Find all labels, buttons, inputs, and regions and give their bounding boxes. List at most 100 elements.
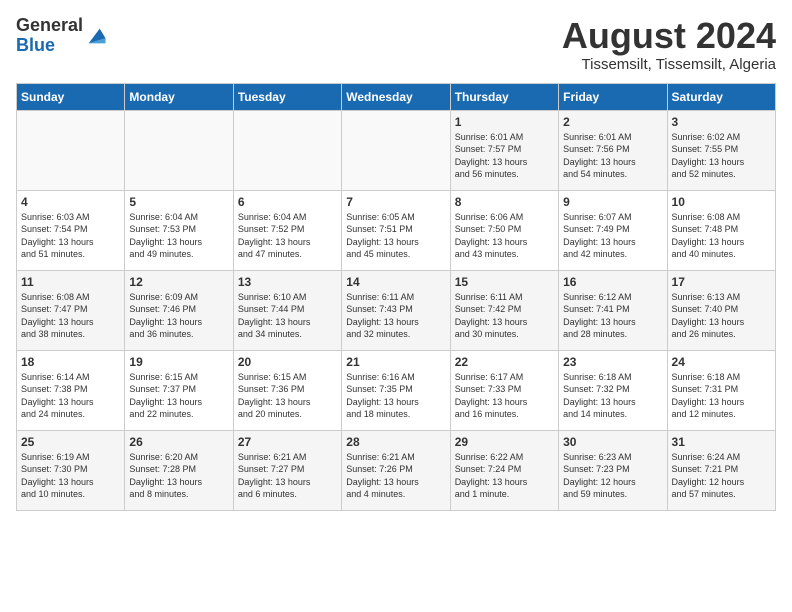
weekday-header-tuesday: Tuesday [233, 83, 341, 110]
day-info: Sunrise: 6:11 AMSunset: 7:43 PMDaylight:… [346, 291, 445, 341]
calendar-cell: 12 Sunrise: 6:09 AMSunset: 7:46 PMDayligh… [125, 270, 233, 350]
calendar-cell: 23 Sunrise: 6:18 AMSunset: 7:32 PMDayligh… [559, 350, 667, 430]
day-info: Sunrise: 6:06 AMSunset: 7:50 PMDaylight:… [455, 211, 554, 261]
calendar-cell: 30 Sunrise: 6:23 AMSunset: 7:23 PMDayligh… [559, 430, 667, 510]
logo-general: General [16, 15, 83, 35]
logo-icon [85, 25, 107, 47]
day-info: Sunrise: 6:05 AMSunset: 7:51 PMDaylight:… [346, 211, 445, 261]
calendar-cell: 31 Sunrise: 6:24 AMSunset: 7:21 PMDayligh… [667, 430, 775, 510]
day-info: Sunrise: 6:04 AMSunset: 7:53 PMDaylight:… [129, 211, 228, 261]
day-info: Sunrise: 6:01 AMSunset: 7:57 PMDaylight:… [455, 131, 554, 181]
calendar-cell: 24 Sunrise: 6:18 AMSunset: 7:31 PMDayligh… [667, 350, 775, 430]
day-number: 17 [672, 275, 771, 289]
day-info: Sunrise: 6:21 AMSunset: 7:26 PMDaylight:… [346, 451, 445, 501]
day-number: 19 [129, 355, 228, 369]
day-info: Sunrise: 6:04 AMSunset: 7:52 PMDaylight:… [238, 211, 337, 261]
day-number: 13 [238, 275, 337, 289]
weekday-header-thursday: Thursday [450, 83, 558, 110]
day-number: 5 [129, 195, 228, 209]
weekday-header-sunday: Sunday [17, 83, 125, 110]
calendar-cell [233, 110, 341, 190]
day-info: Sunrise: 6:24 AMSunset: 7:21 PMDaylight:… [672, 451, 771, 501]
day-number: 3 [672, 115, 771, 129]
calendar-cell: 15 Sunrise: 6:11 AMSunset: 7:42 PMDayligh… [450, 270, 558, 350]
day-number: 20 [238, 355, 337, 369]
calendar-cell: 22 Sunrise: 6:17 AMSunset: 7:33 PMDayligh… [450, 350, 558, 430]
calendar-cell: 1Sunrise: 6:01 AMSunset: 7:57 PMDaylight… [450, 110, 558, 190]
day-number: 9 [563, 195, 662, 209]
calendar-cell: 4 Sunrise: 6:03 AMSunset: 7:54 PMDaylight… [17, 190, 125, 270]
day-info: Sunrise: 6:01 AMSunset: 7:56 PMDaylight:… [563, 131, 662, 181]
weekday-header-wednesday: Wednesday [342, 83, 450, 110]
calendar-cell: 8 Sunrise: 6:06 AMSunset: 7:50 PMDaylight… [450, 190, 558, 270]
calendar-cell: 7 Sunrise: 6:05 AMSunset: 7:51 PMDaylight… [342, 190, 450, 270]
weekday-header-monday: Monday [125, 83, 233, 110]
day-info: Sunrise: 6:22 AMSunset: 7:24 PMDaylight:… [455, 451, 554, 501]
day-number: 18 [21, 355, 120, 369]
day-number: 22 [455, 355, 554, 369]
day-number: 28 [346, 435, 445, 449]
day-info: Sunrise: 6:09 AMSunset: 7:46 PMDaylight:… [129, 291, 228, 341]
calendar-cell: 9 Sunrise: 6:07 AMSunset: 7:49 PMDaylight… [559, 190, 667, 270]
day-number: 11 [21, 275, 120, 289]
calendar-cell: 29Sunrise: 6:22 AMSunset: 7:24 PMDayligh… [450, 430, 558, 510]
calendar-cell: 18Sunrise: 6:14 AMSunset: 7:38 PMDayligh… [17, 350, 125, 430]
calendar-cell: 21Sunrise: 6:16 AMSunset: 7:35 PMDayligh… [342, 350, 450, 430]
calendar-cell: 13Sunrise: 6:10 AMSunset: 7:44 PMDayligh… [233, 270, 341, 350]
calendar-cell: 16 Sunrise: 6:12 AMSunset: 7:41 PMDayligh… [559, 270, 667, 350]
calendar-cell: 25Sunrise: 6:19 AMSunset: 7:30 PMDayligh… [17, 430, 125, 510]
day-number: 8 [455, 195, 554, 209]
day-info: Sunrise: 6:18 AMSunset: 7:32 PMDaylight:… [563, 371, 662, 421]
calendar-cell: 27Sunrise: 6:21 AMSunset: 7:27 PMDayligh… [233, 430, 341, 510]
calendar-cell: 10 Sunrise: 6:08 AMSunset: 7:48 PMDayligh… [667, 190, 775, 270]
day-info: Sunrise: 6:07 AMSunset: 7:49 PMDaylight:… [563, 211, 662, 261]
calendar-cell: 26Sunrise: 6:20 AMSunset: 7:28 PMDayligh… [125, 430, 233, 510]
calendar-cell: 14Sunrise: 6:11 AMSunset: 7:43 PMDayligh… [342, 270, 450, 350]
day-number: 15 [455, 275, 554, 289]
calendar-cell: 17 Sunrise: 6:13 AMSunset: 7:40 PMDayligh… [667, 270, 775, 350]
weekday-header-friday: Friday [559, 83, 667, 110]
day-number: 12 [129, 275, 228, 289]
week-row-1: 1Sunrise: 6:01 AMSunset: 7:57 PMDaylight… [17, 110, 776, 190]
week-row-2: 4 Sunrise: 6:03 AMSunset: 7:54 PMDaylight… [17, 190, 776, 270]
calendar-table: SundayMondayTuesdayWednesdayThursdayFrid… [16, 83, 776, 511]
day-info: Sunrise: 6:17 AMSunset: 7:33 PMDaylight:… [455, 371, 554, 421]
day-number: 6 [238, 195, 337, 209]
week-row-3: 11 Sunrise: 6:08 AMSunset: 7:47 PMDayligh… [17, 270, 776, 350]
calendar-cell [17, 110, 125, 190]
title-area: August 2024 Tissemsilt, Tissemsilt, Alge… [562, 16, 776, 73]
weekday-header-saturday: Saturday [667, 83, 775, 110]
day-info: Sunrise: 6:02 AMSunset: 7:55 PMDaylight:… [672, 131, 771, 181]
day-info: Sunrise: 6:08 AMSunset: 7:48 PMDaylight:… [672, 211, 771, 261]
day-info: Sunrise: 6:18 AMSunset: 7:31 PMDaylight:… [672, 371, 771, 421]
day-info: Sunrise: 6:19 AMSunset: 7:30 PMDaylight:… [21, 451, 120, 501]
day-number: 2 [563, 115, 662, 129]
day-info: Sunrise: 6:20 AMSunset: 7:28 PMDaylight:… [129, 451, 228, 501]
page-header: General Blue August 2024 Tissemsilt, Tis… [16, 16, 776, 73]
week-row-4: 18Sunrise: 6:14 AMSunset: 7:38 PMDayligh… [17, 350, 776, 430]
day-number: 10 [672, 195, 771, 209]
weekday-header-row: SundayMondayTuesdayWednesdayThursdayFrid… [17, 83, 776, 110]
day-number: 31 [672, 435, 771, 449]
day-info: Sunrise: 6:08 AMSunset: 7:47 PMDaylight:… [21, 291, 120, 341]
day-number: 23 [563, 355, 662, 369]
day-number: 30 [563, 435, 662, 449]
day-number: 16 [563, 275, 662, 289]
day-info: Sunrise: 6:11 AMSunset: 7:42 PMDaylight:… [455, 291, 554, 341]
month-title: August 2024 [562, 16, 776, 56]
logo: General Blue [16, 16, 107, 56]
calendar-cell: 2 Sunrise: 6:01 AMSunset: 7:56 PMDaylight… [559, 110, 667, 190]
day-info: Sunrise: 6:03 AMSunset: 7:54 PMDaylight:… [21, 211, 120, 261]
day-info: Sunrise: 6:13 AMSunset: 7:40 PMDaylight:… [672, 291, 771, 341]
calendar-cell [125, 110, 233, 190]
calendar-cell: 20Sunrise: 6:15 AMSunset: 7:36 PMDayligh… [233, 350, 341, 430]
day-number: 7 [346, 195, 445, 209]
calendar-cell: 6 Sunrise: 6:04 AMSunset: 7:52 PMDaylight… [233, 190, 341, 270]
day-number: 4 [21, 195, 120, 209]
day-info: Sunrise: 6:12 AMSunset: 7:41 PMDaylight:… [563, 291, 662, 341]
day-number: 27 [238, 435, 337, 449]
location-title: Tissemsilt, Tissemsilt, Algeria [562, 56, 776, 73]
calendar-cell [342, 110, 450, 190]
day-info: Sunrise: 6:23 AMSunset: 7:23 PMDaylight:… [563, 451, 662, 501]
day-number: 24 [672, 355, 771, 369]
